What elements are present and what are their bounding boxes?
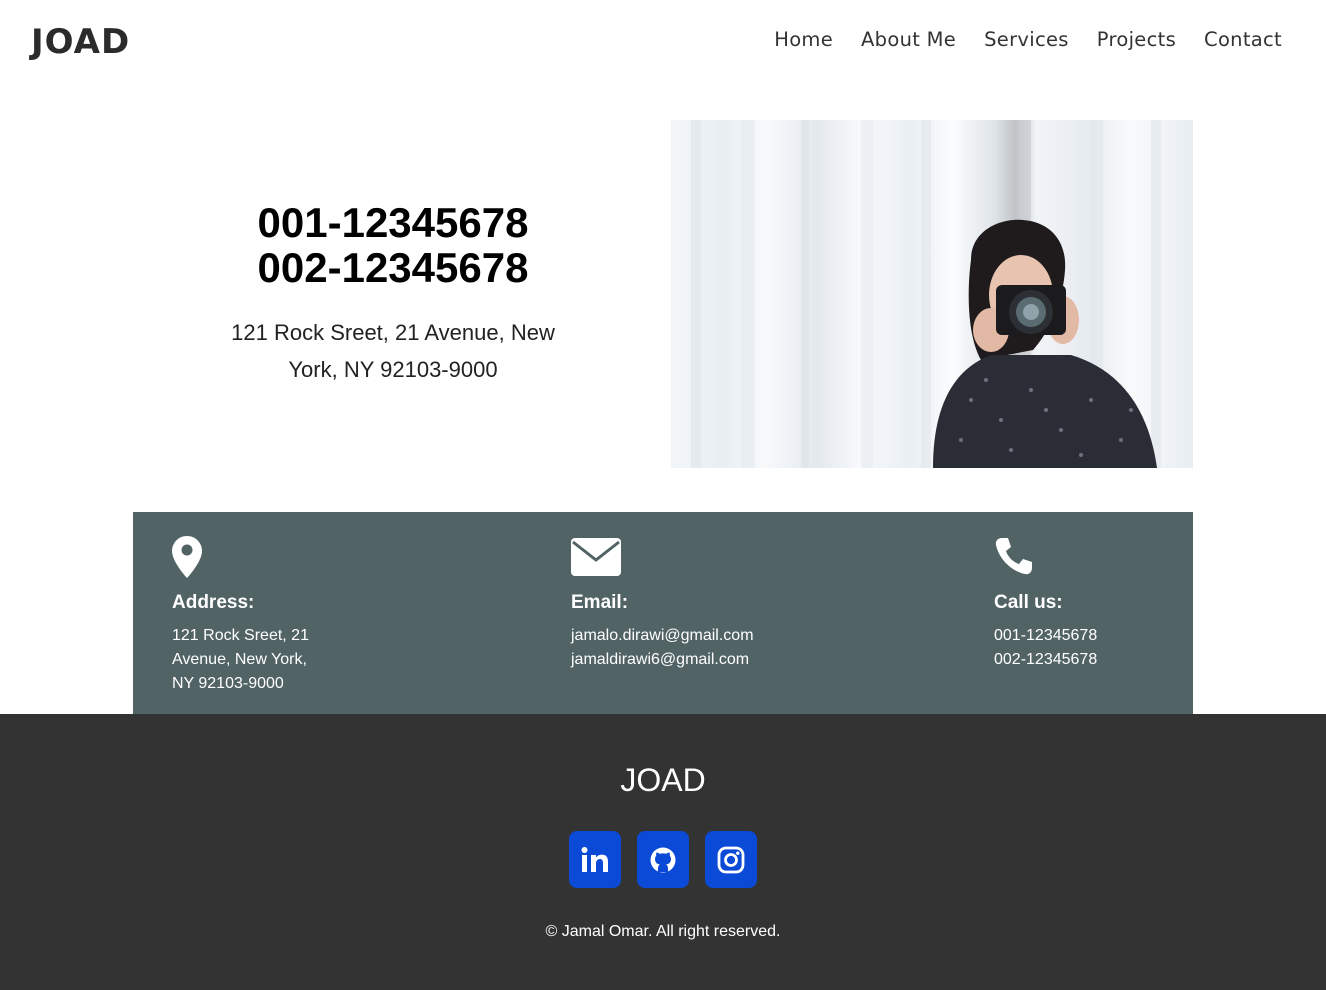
main-nav: Home About Me Services Projects Contact	[774, 28, 1282, 51]
info-call: Call us: 001-12345678 002-12345678	[994, 536, 1174, 672]
linkedin-icon	[581, 846, 608, 872]
map-pin-icon	[172, 536, 332, 580]
info-address: Address: 121 Rock Sreet, 21 Avenue, New …	[172, 536, 332, 696]
instagram-button[interactable]	[705, 831, 757, 888]
info-email-title: Email:	[571, 592, 629, 613]
info-call-text: 001-12345678 002-12345678	[994, 624, 1174, 672]
site-header: JOAD Home About Me Services Projects Con…	[0, 0, 1326, 82]
info-call-title: Call us:	[994, 592, 1063, 613]
hero-contact: 001-12345678 002-12345678 121 Rock Sreet…	[133, 120, 653, 468]
photographer-photo	[671, 120, 1193, 468]
info-email: Email: jamalo.dirawi@gmail.com jamaldira…	[571, 536, 831, 672]
site-footer: JOAD © Jamal Omar. All right reserved.	[0, 714, 1326, 990]
linkedin-button[interactable]	[569, 831, 621, 888]
phone-link-2[interactable]: 002-12345678	[994, 651, 1097, 668]
hero-address: 121 Rock Sreet, 21 Avenue, New York, NY …	[231, 320, 555, 382]
nav-services[interactable]: Services	[984, 28, 1069, 51]
info-email-text: jamalo.dirawi@gmail.com jamaldirawi6@gma…	[571, 624, 831, 672]
nav-contact[interactable]: Contact	[1204, 28, 1282, 51]
photographer-illustration	[691, 120, 1161, 468]
hero-phones: 001-12345678 002-12345678	[258, 200, 529, 290]
github-button[interactable]	[637, 831, 689, 888]
info-address-line: Avenue, New York,	[172, 651, 307, 668]
email-link-2[interactable]: jamaldirawi6@gmail.com	[571, 651, 749, 668]
info-address-text: 121 Rock Sreet, 21 Avenue, New York, NY …	[172, 624, 332, 696]
info-address-line: NY 92103-9000	[172, 675, 284, 692]
nav-projects[interactable]: Projects	[1097, 28, 1176, 51]
envelope-icon	[571, 536, 831, 580]
site-logo[interactable]: JOAD	[31, 22, 130, 62]
github-icon	[650, 847, 676, 872]
nav-home[interactable]: Home	[774, 28, 833, 51]
footer-logo: JOAD	[620, 762, 706, 798]
contact-info-band: Address: 121 Rock Sreet, 21 Avenue, New …	[133, 512, 1193, 714]
social-links	[569, 831, 757, 888]
info-address-line: 121 Rock Sreet, 21	[172, 627, 309, 644]
instagram-icon	[717, 846, 745, 873]
hero-phone-2: 002-12345678	[257, 244, 529, 291]
nav-about-me[interactable]: About Me	[861, 28, 956, 51]
info-address-title: Address:	[172, 592, 255, 613]
phone-link-1[interactable]: 001-12345678	[994, 627, 1097, 644]
hero-phone-1: 001-12345678	[257, 199, 529, 246]
email-link-1[interactable]: jamalo.dirawi@gmail.com	[571, 627, 754, 644]
copyright-text: © Jamal Omar. All right reserved.	[545, 923, 781, 940]
phone-icon	[994, 536, 1174, 580]
